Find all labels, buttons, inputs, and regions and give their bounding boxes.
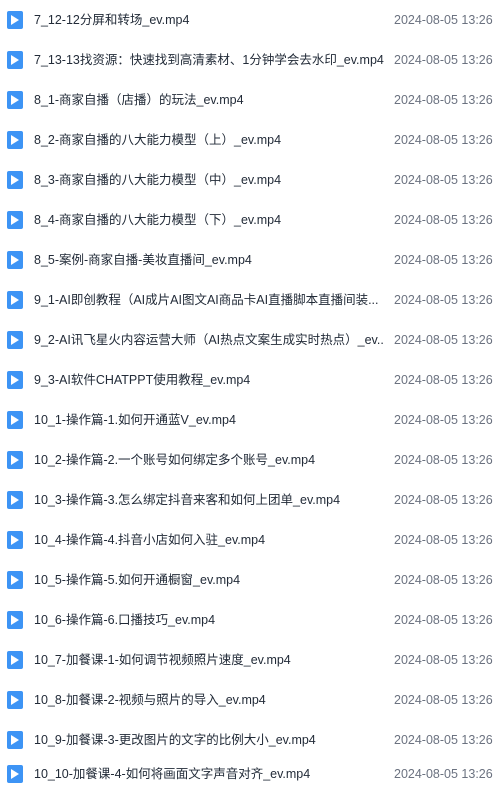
file-date: 2024-08-05 13:26	[394, 213, 493, 227]
file-date: 2024-08-05 13:26	[394, 373, 493, 387]
file-row[interactable]: 10_10-加餐课-4-如何将画面文字声音对齐_ev.mp4 2024-08-0…	[0, 760, 504, 788]
file-date: 2024-08-05 13:26	[394, 53, 493, 67]
file-list: 7_12-12分屏和转场_ev.mp4 2024-08-05 13:26 7_1…	[0, 0, 504, 788]
file-date: 2024-08-05 13:26	[394, 253, 493, 267]
file-date: 2024-08-05 13:26	[394, 413, 493, 427]
file-date: 2024-08-05 13:26	[394, 173, 493, 187]
file-name: 8_4-商家自播的八大能力模型（下）_ev.mp4	[34, 213, 282, 227]
file-row[interactable]: 8_3-商家自播的八大能力模型（中）_ev.mp4 2024-08-05 13:…	[0, 160, 504, 200]
video-file-icon	[7, 11, 23, 29]
file-row[interactable]: 7_13-13找资源：快速找到高清素材、1分钟学会去水印_ev.mp4 2024…	[0, 40, 504, 80]
file-row[interactable]: 8_1-商家自播（店播）的玩法_ev.mp4 2024-08-05 13:26	[0, 80, 504, 120]
file-name: 10_3-操作篇-3.怎么绑定抖音来客和如何上团单_ev.mp4	[34, 493, 341, 507]
file-row[interactable]: 9_3-AI软件CHATPPT使用教程_ev.mp4 2024-08-05 13…	[0, 360, 504, 400]
file-row[interactable]: 8_5-案例-商家自播-美妆直播间_ev.mp4 2024-08-05 13:2…	[0, 240, 504, 280]
video-file-icon	[7, 251, 23, 269]
file-row[interactable]: 10_8-加餐课-2-视频与照片的导入_ev.mp4 2024-08-05 13…	[0, 680, 504, 720]
file-date: 2024-08-05 13:26	[394, 13, 493, 27]
file-date: 2024-08-05 13:26	[394, 133, 493, 147]
video-file-icon	[7, 491, 23, 509]
file-date: 2024-08-05 13:26	[394, 93, 493, 107]
file-row[interactable]: 10_4-操作篇-4.抖音小店如何入驻_ev.mp4 2024-08-05 13…	[0, 520, 504, 560]
file-name: 8_5-案例-商家自播-美妆直播间_ev.mp4	[34, 253, 252, 267]
file-name: 10_4-操作篇-4.抖音小店如何入驻_ev.mp4	[34, 533, 266, 547]
file-row[interactable]: 8_4-商家自播的八大能力模型（下）_ev.mp4 2024-08-05 13:…	[0, 200, 504, 240]
file-name: 10_5-操作篇-5.如何开通橱窗_ev.mp4	[34, 573, 241, 587]
file-date: 2024-08-05 13:26	[394, 733, 493, 747]
file-name: 9_3-AI软件CHATPPT使用教程_ev.mp4	[34, 373, 251, 387]
video-file-icon	[7, 691, 23, 709]
file-name: 9_2-AI讯飞星火内容运营大师（AI热点文案生成实时热点）_ev....	[34, 333, 384, 347]
file-name: 10_1-操作篇-1.如何开通蓝V_ev.mp4	[34, 413, 236, 427]
file-name: 9_1-AI即创教程（AI成片AI图文AI商品卡AI直播脚本直播间装...	[34, 293, 379, 307]
file-row[interactable]: 10_3-操作篇-3.怎么绑定抖音来客和如何上团单_ev.mp4 2024-08…	[0, 480, 504, 520]
video-file-icon	[7, 411, 23, 429]
file-name: 7_12-12分屏和转场_ev.mp4	[34, 13, 190, 27]
file-row[interactable]: 8_2-商家自播的八大能力模型（上）_ev.mp4 2024-08-05 13:…	[0, 120, 504, 160]
video-file-icon	[7, 651, 23, 669]
file-name: 10_9-加餐课-3-更改图片的文字的比例大小_ev.mp4	[34, 733, 316, 747]
file-name: 10_8-加餐课-2-视频与照片的导入_ev.mp4	[34, 693, 266, 707]
file-row[interactable]: 9_1-AI即创教程（AI成片AI图文AI商品卡AI直播脚本直播间装... 20…	[0, 280, 504, 320]
video-file-icon	[7, 765, 23, 783]
file-name: 10_2-操作篇-2.一个账号如何绑定多个账号_ev.mp4	[34, 453, 316, 467]
file-name: 8_2-商家自播的八大能力模型（上）_ev.mp4	[34, 133, 282, 147]
video-file-icon	[7, 131, 23, 149]
file-row[interactable]: 9_2-AI讯飞星火内容运营大师（AI热点文案生成实时热点）_ev.... 20…	[0, 320, 504, 360]
video-file-icon	[7, 291, 23, 309]
file-name: 10_7-加餐课-1-如何调节视频照片速度_ev.mp4	[34, 653, 291, 667]
video-file-icon	[7, 171, 23, 189]
file-date: 2024-08-05 13:26	[394, 533, 493, 547]
video-file-icon	[7, 211, 23, 229]
file-row[interactable]: 10_1-操作篇-1.如何开通蓝V_ev.mp4 2024-08-05 13:2…	[0, 400, 504, 440]
file-name: 7_13-13找资源：快速找到高清素材、1分钟学会去水印_ev.mp4	[34, 53, 384, 67]
video-file-icon	[7, 371, 23, 389]
file-date: 2024-08-05 13:26	[394, 293, 493, 307]
file-date: 2024-08-05 13:26	[394, 573, 493, 587]
file-date: 2024-08-05 13:26	[394, 693, 493, 707]
video-file-icon	[7, 611, 23, 629]
video-file-icon	[7, 331, 23, 349]
file-name: 8_3-商家自播的八大能力模型（中）_ev.mp4	[34, 173, 282, 187]
video-file-icon	[7, 91, 23, 109]
file-date: 2024-08-05 13:26	[394, 767, 493, 781]
video-file-icon	[7, 451, 23, 469]
file-date: 2024-08-05 13:26	[394, 493, 493, 507]
file-row[interactable]: 10_5-操作篇-5.如何开通橱窗_ev.mp4 2024-08-05 13:2…	[0, 560, 504, 600]
file-name: 10_10-加餐课-4-如何将画面文字声音对齐_ev.mp4	[34, 767, 311, 781]
file-date: 2024-08-05 13:26	[394, 453, 493, 467]
file-name: 10_6-操作篇-6.口播技巧_ev.mp4	[34, 613, 216, 627]
file-row[interactable]: 10_7-加餐课-1-如何调节视频照片速度_ev.mp4 2024-08-05 …	[0, 640, 504, 680]
video-file-icon	[7, 531, 23, 549]
video-file-icon	[7, 571, 23, 589]
file-name: 8_1-商家自播（店播）的玩法_ev.mp4	[34, 93, 244, 107]
video-file-icon	[7, 51, 23, 69]
file-row[interactable]: 10_2-操作篇-2.一个账号如何绑定多个账号_ev.mp4 2024-08-0…	[0, 440, 504, 480]
file-row[interactable]: 10_9-加餐课-3-更改图片的文字的比例大小_ev.mp4 2024-08-0…	[0, 720, 504, 760]
file-row[interactable]: 10_6-操作篇-6.口播技巧_ev.mp4 2024-08-05 13:26	[0, 600, 504, 640]
video-file-icon	[7, 731, 23, 749]
file-date: 2024-08-05 13:26	[394, 653, 493, 667]
file-row[interactable]: 7_12-12分屏和转场_ev.mp4 2024-08-05 13:26	[0, 0, 504, 40]
file-date: 2024-08-05 13:26	[394, 333, 493, 347]
file-date: 2024-08-05 13:26	[394, 613, 493, 627]
